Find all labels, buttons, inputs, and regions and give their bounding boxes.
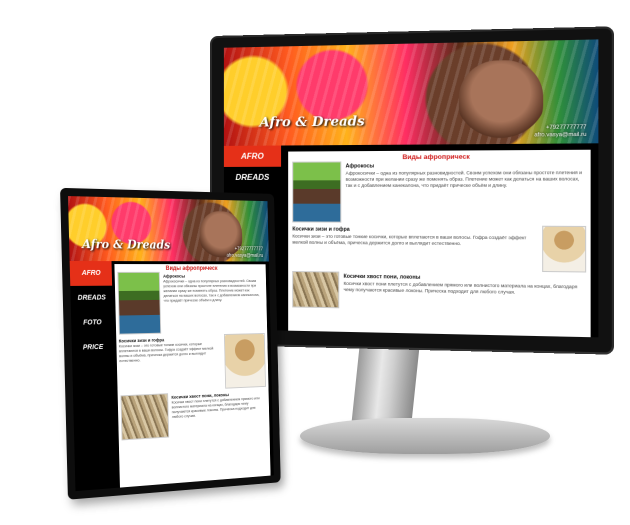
page-title: Виды афроприческ bbox=[402, 153, 470, 162]
sidebar-nav: AFRO DREADS FOTO PRICE bbox=[69, 261, 118, 492]
contact-info: +79277777777 afro.vasya@mail.ru bbox=[534, 124, 586, 140]
nav-item-dreads[interactable]: DREADS bbox=[70, 286, 113, 311]
tablet-screen: Afro & Dreads +79277777777 afro.vasya@ma… bbox=[67, 196, 274, 492]
website: Afro & Dreads +79277777777 afro.vasya@ma… bbox=[223, 39, 599, 338]
nav-item-dreads[interactable]: DREADS bbox=[224, 167, 281, 188]
device-mockup-scene: Afro & Dreads +79277777777 afro.vasya@ma… bbox=[0, 0, 630, 525]
blonde-curls-photo bbox=[223, 333, 266, 389]
nav-item-price[interactable]: PRICE bbox=[72, 335, 115, 361]
monitor-stand-base bbox=[300, 418, 550, 454]
nav-item-foto[interactable]: FOTO bbox=[71, 310, 114, 336]
girl-braids-photo bbox=[292, 161, 342, 223]
main-content: Виды афроприческ Афрокосы Афрокосички – … bbox=[288, 149, 591, 338]
email[interactable]: afro.vasya@mail.ru bbox=[226, 253, 263, 259]
monitor-screen: Afro & Dreads +79277777777 afro.vasya@ma… bbox=[223, 39, 599, 338]
email[interactable]: afro.vasya@mail.ru bbox=[534, 132, 586, 140]
hero-banner: Afro & Dreads +79277777777 afro.vasya@ma… bbox=[223, 39, 599, 147]
site-logo[interactable]: Afro & Dreads bbox=[259, 114, 364, 130]
hero-banner: Afro & Dreads +79277777777 afro.vasya@ma… bbox=[67, 196, 269, 262]
website: Afro & Dreads +79277777777 afro.vasya@ma… bbox=[67, 196, 274, 492]
dreads-photo bbox=[120, 393, 169, 441]
nav-item-afro[interactable]: AFRO bbox=[223, 145, 282, 168]
hero-face-image bbox=[458, 59, 544, 143]
contact-info: +79277777777 afro.vasya@mail.ru bbox=[226, 246, 263, 259]
main-content: Виды афроприческ Афрокосы Афрокосички – … bbox=[114, 264, 271, 488]
nav-item-afro[interactable]: AFRO bbox=[69, 261, 113, 287]
dreads-photo bbox=[292, 270, 340, 309]
blonde-curls-photo bbox=[541, 225, 587, 273]
site-logo[interactable]: Afro & Dreads bbox=[82, 237, 170, 251]
girl-braids-photo bbox=[117, 271, 161, 335]
tablet: Afro & Dreads +79277777777 afro.vasya@ma… bbox=[60, 187, 281, 500]
